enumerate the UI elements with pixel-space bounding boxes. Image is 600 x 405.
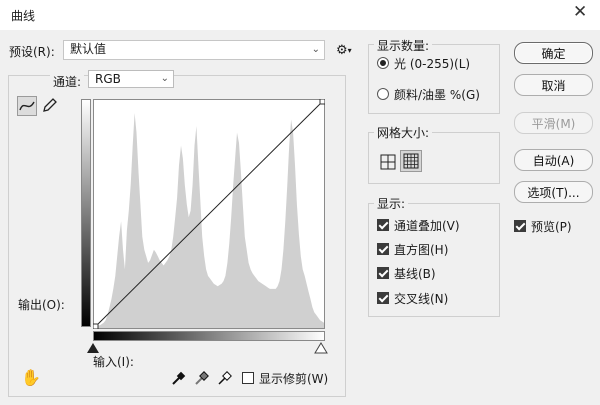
target-adjust-hand-icon[interactable]: ✋ [21,368,41,387]
histogram-checkbox[interactable] [377,243,389,255]
gray-eyedropper-icon[interactable] [193,370,209,386]
fine-grid-icon [403,153,419,169]
chevron-down-icon: ⌄ [160,73,169,84]
pencil-icon [43,98,57,112]
input-label: 输入(I): [93,355,134,369]
grid-size-title: 网格大小: [374,124,433,141]
close-icon[interactable]: ✕ [573,2,587,22]
ok-button[interactable]: 确定 [514,42,593,64]
white-point-handle[interactable] [319,99,325,105]
channel-overlays-checkbox[interactable] [377,219,389,231]
curve-tool-icon [19,101,35,111]
auto-button[interactable]: 自动(A) [514,149,593,171]
cancel-button[interactable]: 取消 [514,74,593,96]
preset-options-gear-icon[interactable]: ⚙▾ [336,43,352,58]
preview-label: 预览(P) [531,220,572,234]
preset-value: 默认值 [70,42,107,56]
chevron-down-icon: ⌄ [311,44,320,55]
white-input-slider[interactable] [314,342,328,354]
edit-points-button[interactable] [17,96,37,116]
pigment-label: 颜料/油墨 %(G) [394,88,480,102]
show-title: 显示: [374,195,409,212]
input-gradient-bar [93,331,325,341]
channel-label: 通道: [50,73,85,90]
black-eyedropper-icon[interactable] [170,370,186,386]
output-label: 输出(O): [18,298,65,312]
show-clipping-checkbox[interactable] [242,372,254,384]
show-amount-title: 显示数量: [374,37,433,54]
intersection-line-checkbox[interactable] [377,292,389,304]
light-radio[interactable] [377,57,389,69]
show-clipping-label: 显示修剪(W) [259,372,329,386]
curves-graph[interactable] [93,99,325,329]
smooth-button[interactable]: 平滑(M) [514,112,593,134]
white-eyedropper-icon[interactable] [216,370,232,386]
channel-overlays-label: 通道叠加(V) [394,219,460,233]
fine-grid-button[interactable] [400,150,422,172]
preset-label: 预设(R): [9,45,55,59]
output-gradient-bar [81,99,91,327]
histogram-label: 直方图(H) [394,243,449,257]
coarse-grid-icon[interactable] [378,152,398,172]
preset-select[interactable]: 默认值 ⌄ [63,40,325,60]
title-bar [0,0,600,30]
draw-pencil-button[interactable] [41,96,61,116]
preview-checkbox[interactable] [514,220,526,232]
pigment-radio[interactable] [377,88,389,100]
baseline-label: 基线(B) [394,267,436,281]
channel-select[interactable]: RGB ⌄ [88,70,174,88]
options-button[interactable]: 选项(T)... [514,181,593,203]
window-title: 曲线 [11,9,36,23]
black-point-handle[interactable] [93,323,99,329]
intersection-line-label: 交叉线(N) [394,292,449,306]
baseline-checkbox[interactable] [377,267,389,279]
channel-value: RGB [95,72,121,86]
light-label: 光 (0-255)(L) [394,57,471,71]
